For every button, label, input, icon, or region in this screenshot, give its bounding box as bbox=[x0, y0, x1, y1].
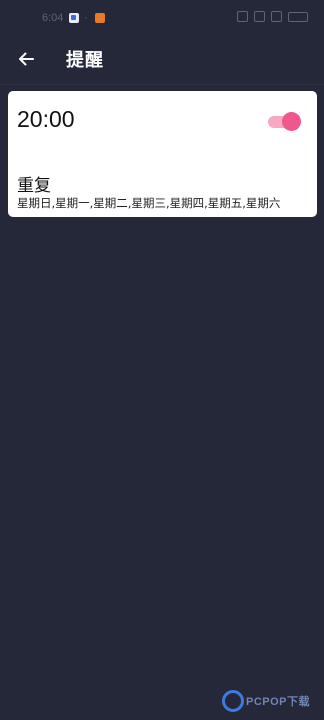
watermark: PCPOP下载 bbox=[222, 690, 318, 714]
app-bar: 提醒 bbox=[0, 34, 324, 85]
watermark-text: PCPOP下载 bbox=[246, 696, 311, 708]
back-button[interactable] bbox=[12, 45, 40, 73]
status-separator: · bbox=[84, 12, 88, 24]
reminder-toggle[interactable] bbox=[266, 111, 301, 133]
wifi-icon bbox=[254, 11, 265, 22]
status-time: 6:04 bbox=[42, 12, 64, 24]
notification-app-icon bbox=[69, 13, 79, 23]
page-title: 提醒 bbox=[66, 50, 104, 71]
reminder-card[interactable]: 20:00 重复 星期日,星期一,星期二,星期三,星期四,星期五,星期六 bbox=[8, 91, 317, 217]
toggle-thumb bbox=[282, 112, 301, 131]
arrow-left-icon bbox=[19, 52, 34, 66]
mute-icon bbox=[237, 11, 248, 22]
notification-app-icon-orange bbox=[95, 13, 105, 23]
battery-icon bbox=[288, 11, 308, 22]
repeat-label[interactable]: 重复 bbox=[17, 171, 51, 196]
status-bar: 6:04 · bbox=[0, 0, 324, 34]
watermark-logo-icon bbox=[222, 690, 244, 712]
reminder-time[interactable]: 20:00 bbox=[17, 106, 75, 133]
repeat-days: 星期日,星期一,星期二,星期三,星期四,星期五,星期六 bbox=[17, 196, 281, 210]
status-icons bbox=[237, 11, 308, 22]
screen: 6:04 · 提醒 20:00 重复 星期日,星期一,星期二,星期三,星期四,星… bbox=[0, 0, 324, 720]
signal-icon bbox=[271, 11, 282, 22]
